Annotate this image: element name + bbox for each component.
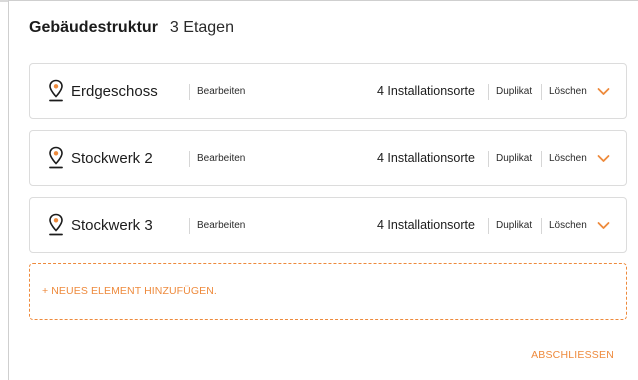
floor-name: Stockwerk 2 <box>71 150 153 167</box>
floor-count: 3 Etagen <box>169 19 234 36</box>
installation-locations-count: 4 Installationsorte <box>377 151 475 165</box>
building-structure-panel: Gebäudestruktur 3 Etagen Erdgeschoss Bea… <box>8 0 638 380</box>
floor-name: Erdgeschoss <box>71 83 158 100</box>
floor-row-stockwerk-3[interactable]: Stockwerk 3 Bearbeiten 4 Installationsor… <box>29 197 627 253</box>
floor-name: Stockwerk 3 <box>71 217 153 234</box>
installation-locations-count: 4 Installationsorte <box>377 84 475 98</box>
close-button[interactable]: ABSCHLIESSEN <box>531 349 614 361</box>
delete-link[interactable]: Löschen <box>549 153 587 164</box>
panel-header: Gebäudestruktur 3 Etagen <box>29 19 234 37</box>
divider <box>189 84 190 100</box>
edit-link[interactable]: Bearbeiten <box>197 220 245 231</box>
edit-link[interactable]: Bearbeiten <box>197 153 245 164</box>
divider <box>189 151 190 167</box>
divider <box>541 84 542 100</box>
duplicate-link[interactable]: Duplikat <box>496 220 532 231</box>
divider <box>488 218 489 234</box>
chevron-down-icon[interactable] <box>597 87 610 96</box>
divider <box>488 151 489 167</box>
location-pin-icon <box>49 79 63 102</box>
delete-link[interactable]: Löschen <box>549 220 587 231</box>
chevron-down-icon[interactable] <box>597 154 610 163</box>
add-element-dropzone[interactable]: + NEUES ELEMENT HINZUFÜGEN. <box>29 263 627 320</box>
chevron-down-icon[interactable] <box>597 221 610 230</box>
divider <box>189 218 190 234</box>
floor-row-erdgeschoss[interactable]: Erdgeschoss Bearbeiten 4 Installationsor… <box>29 63 627 119</box>
delete-link[interactable]: Löschen <box>549 86 587 97</box>
edit-link[interactable]: Bearbeiten <box>197 86 245 97</box>
floor-row-stockwerk-2[interactable]: Stockwerk 2 Bearbeiten 4 Installationsor… <box>29 130 627 186</box>
divider <box>488 84 489 100</box>
divider <box>541 151 542 167</box>
duplicate-link[interactable]: Duplikat <box>496 86 532 97</box>
installation-locations-count: 4 Installationsorte <box>377 218 475 232</box>
panel-title: Gebäudestruktur <box>29 19 158 36</box>
location-pin-icon <box>49 146 63 169</box>
duplicate-link[interactable]: Duplikat <box>496 153 532 164</box>
add-element-button[interactable]: + NEUES ELEMENT HINZUFÜGEN. <box>42 285 217 297</box>
location-pin-icon <box>49 213 63 236</box>
divider <box>541 218 542 234</box>
